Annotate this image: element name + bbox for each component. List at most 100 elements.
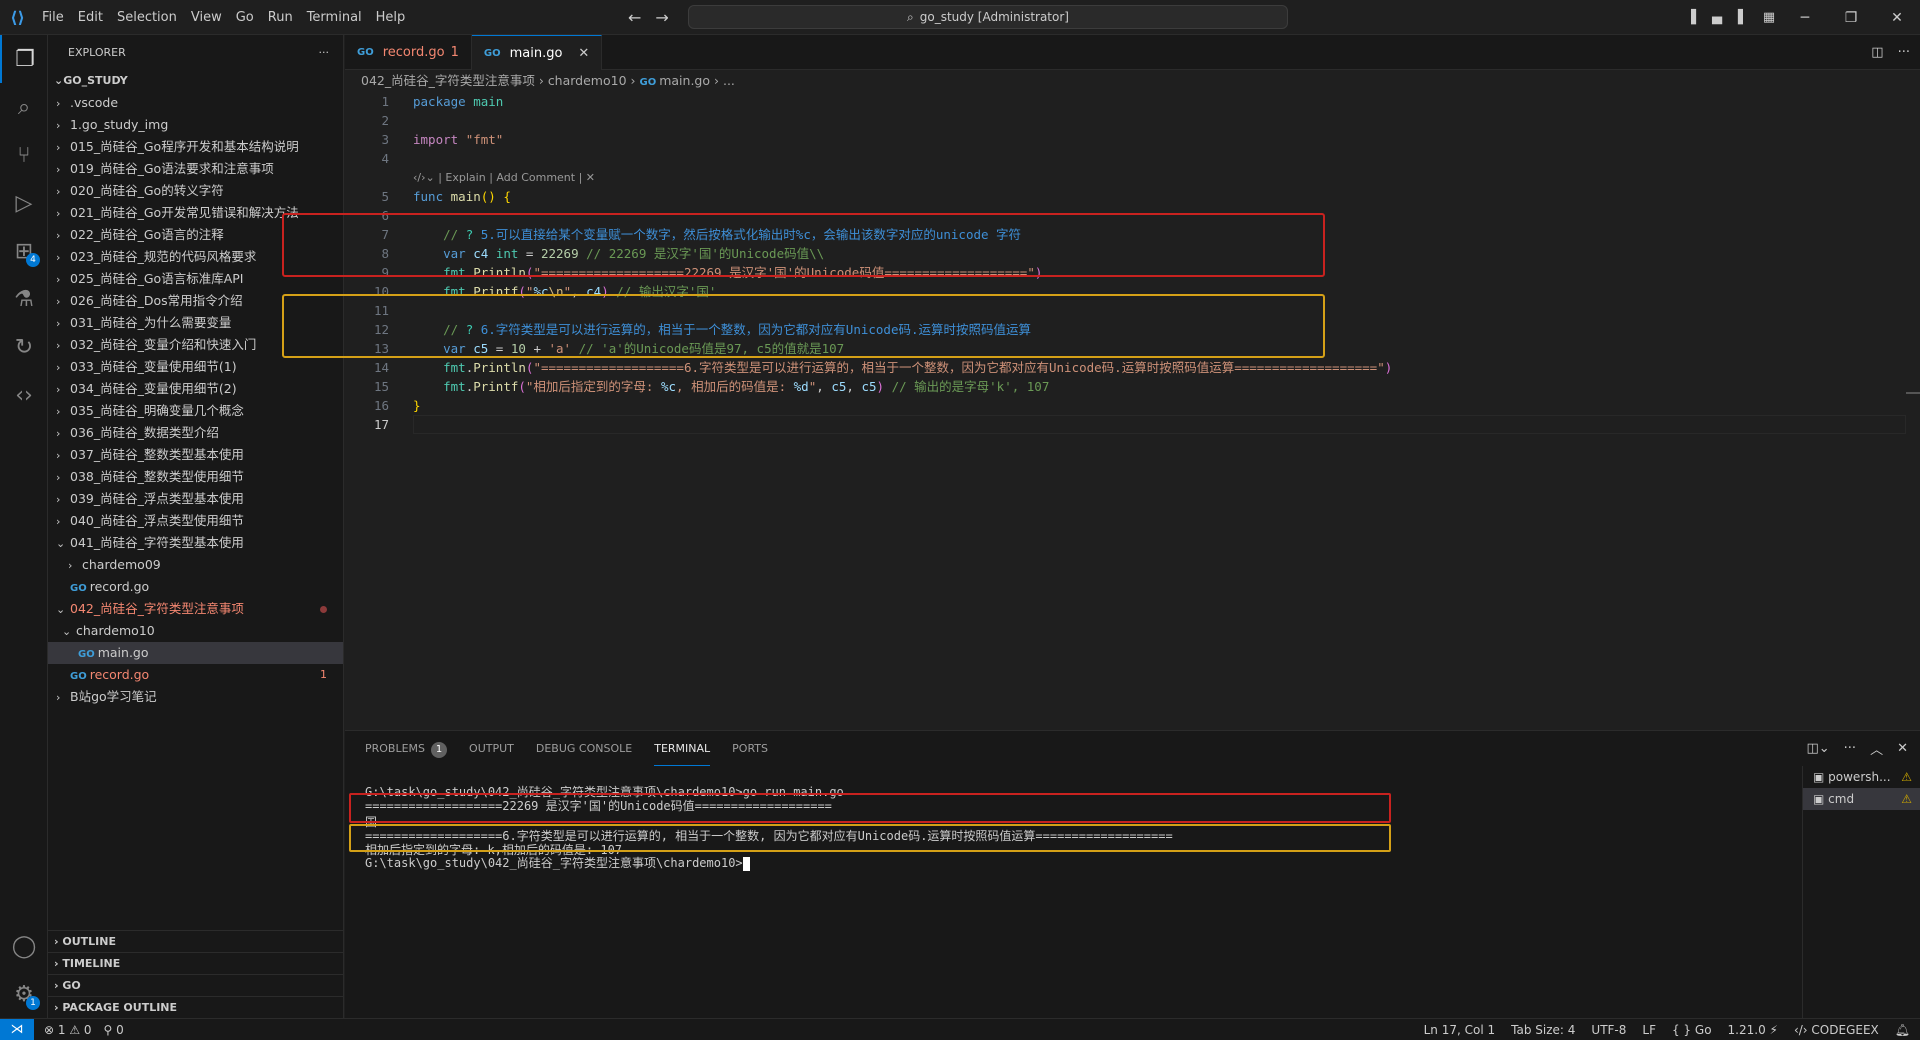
tab-terminal[interactable]: TERMINAL — [654, 731, 711, 766]
chevron-right-icon: › — [56, 383, 61, 396]
close-tab-icon[interactable]: ✕ — [578, 46, 589, 61]
close-icon[interactable]: ✕ — [586, 171, 595, 184]
breadcrumb-file[interactable]: main.go — [659, 73, 710, 88]
tree-folder[interactable]: › .vscode — [48, 92, 343, 114]
codelens-actions[interactable]: | Explain | Add Comment | — [438, 171, 582, 184]
tab-debug-console[interactable]: DEBUG CONSOLE — [536, 731, 632, 766]
tree-file-record-041[interactable]: GO record.go — [48, 576, 343, 598]
tab-problem-count: 1 — [450, 45, 459, 60]
menu-edit[interactable]: Edit — [71, 0, 110, 35]
go-version[interactable]: 1.21.0 ⚡ — [1728, 1023, 1778, 1037]
accounts-icon[interactable]: ◯ — [0, 922, 48, 970]
back-arrow-icon[interactable]: ← — [628, 8, 641, 27]
more-actions-icon[interactable]: ··· — [319, 46, 330, 59]
minimize-icon[interactable]: ─ — [1782, 10, 1828, 26]
split-terminal-icon[interactable]: ◫⌄ — [1806, 741, 1829, 756]
terminal-output[interactable]: G:\task\go_study\042_尚硅谷_字符类型注意事项\charde… — [349, 766, 1785, 1019]
tree-folder[interactable]: ⌄ 041_尚硅谷_字符类型基本使用 — [48, 532, 343, 554]
codegeex-status[interactable]: ‹/› CODEGEEX — [1794, 1023, 1879, 1037]
codegeex-icon[interactable]: ‹/›⌄ — [413, 171, 435, 184]
remote-icon[interactable]: ⋊ — [0, 1018, 34, 1040]
tree-folder-bilibili[interactable]: › B站go学习笔记 — [48, 686, 343, 708]
tree-folder[interactable]: › 015_尚硅谷_Go程序开发和基本结构说明 — [48, 136, 343, 158]
cursor-position[interactable]: Ln 17, Col 1 — [1424, 1023, 1496, 1037]
restore-icon[interactable]: ❐ — [1828, 10, 1874, 26]
tree-folder-chardemo10[interactable]: ⌄ chardemo10 — [48, 620, 343, 642]
terminal-instance-cmd[interactable]: ▣ cmd ⚠ — [1803, 788, 1920, 810]
chevron-right-icon: › — [56, 229, 61, 242]
forward-arrow-icon[interactable]: → — [655, 8, 668, 27]
tree-file-main-go[interactable]: GO main.go — [48, 642, 343, 664]
breadcrumb-folder[interactable]: 042_尚硅谷_字符类型注意事项 — [361, 73, 535, 88]
more-actions-icon[interactable]: ··· — [1844, 741, 1856, 756]
tab-output[interactable]: OUTPUT — [469, 731, 514, 766]
terminal-instance-powershell[interactable]: ▣ powersh... ⚠ — [1803, 766, 1920, 788]
search-icon[interactable]: ⌕ — [0, 83, 48, 131]
section-timeline[interactable]: › TIMELINE — [48, 952, 344, 974]
toggle-secondary-sidebar-icon[interactable]: ▌ — [1730, 10, 1756, 25]
codegeex-icon[interactable]: ‹› — [0, 371, 48, 419]
explorer-icon[interactable]: ❐ — [0, 35, 48, 83]
command-center-search[interactable]: ⌕ go_study [Administrator] — [688, 5, 1288, 29]
menu-file[interactable]: File — [35, 0, 71, 35]
tree-folder-042[interactable]: ⌄ 042_尚硅谷_字符类型注意事项 — [48, 598, 343, 620]
tab-problems[interactable]: PROBLEMS 1 — [365, 731, 448, 766]
language-mode[interactable]: { } Go — [1672, 1023, 1712, 1037]
breadcrumb-symbol[interactable]: ... — [723, 73, 735, 88]
tree-folder[interactable]: › 039_尚硅谷_浮点类型基本使用 — [48, 488, 343, 510]
tree-folder[interactable]: › 040_尚硅谷_浮点类型使用细节 — [48, 510, 343, 532]
tab-record-go[interactable]: GO record.go 1 — [345, 35, 472, 70]
tree-folder[interactable]: › 1.go_study_img — [48, 114, 343, 136]
menu-selection[interactable]: Selection — [110, 0, 184, 35]
tree-folder[interactable]: › 034_尚硅谷_变量使用细节(2) — [48, 378, 343, 400]
section-go[interactable]: › GO — [48, 974, 344, 996]
settings-gear-icon[interactable]: ⚙ 1 — [0, 970, 48, 1018]
close-window-icon[interactable]: ✕ — [1874, 10, 1920, 26]
chevron-right-icon: › — [56, 295, 61, 308]
customize-layout-icon[interactable]: ▦ — [1756, 10, 1782, 25]
window-controls: ▐ ▄ ▌ ▦ ─ ❐ ✕ — [1678, 0, 1920, 35]
section-package-outline[interactable]: › PACKAGE OUTLINE — [48, 996, 344, 1018]
menu-help[interactable]: Help — [369, 0, 413, 35]
tab-ports[interactable]: PORTS — [732, 731, 768, 766]
error-count: 1 — [57, 1022, 66, 1037]
chevron-right-icon: › — [56, 405, 61, 418]
tree-folder[interactable]: › 036_尚硅谷_数据类型介绍 — [48, 422, 343, 444]
code-editor[interactable]: 1 package main 2 3 import "fmt" 4 ‹/›⌄ | E… — [282, 92, 1920, 730]
extensions-icon[interactable]: ⊞ 4 — [0, 227, 48, 275]
problems-status[interactable]: ⊗ 1 ⚠ 0 — [44, 1023, 92, 1037]
tree-folder[interactable]: › 019_尚硅谷_Go语法要求和注意事项 — [48, 158, 343, 180]
tree-file-record-042[interactable]: GO record.go 1 — [48, 664, 343, 686]
menu-run[interactable]: Run — [261, 0, 300, 35]
ports-status[interactable]: ⚲ 0 — [104, 1023, 124, 1037]
toggle-sidebar-icon[interactable]: ▐ — [1678, 10, 1704, 25]
tree-folder[interactable]: › 033_尚硅谷_变量使用细节(1) — [48, 356, 343, 378]
git-graph-icon[interactable]: ↻ — [0, 323, 48, 371]
section-outline[interactable]: › OUTLINE — [48, 930, 344, 952]
more-actions-icon[interactable]: ··· — [1898, 45, 1910, 60]
toggle-panel-icon[interactable]: ▄ — [1704, 10, 1730, 25]
breadcrumb-subfolder[interactable]: chardemo10 — [548, 73, 627, 88]
tab-main-go[interactable]: GO main.go ✕ — [471, 35, 603, 70]
close-panel-icon[interactable]: ✕ — [1897, 741, 1908, 756]
menu-view[interactable]: View — [184, 0, 229, 35]
testing-icon[interactable]: ⚗ — [0, 275, 48, 323]
tree-folder[interactable]: › 037_尚硅谷_整数类型基本使用 — [48, 444, 343, 466]
tab-size[interactable]: Tab Size: 4 — [1511, 1023, 1575, 1037]
chevron-down-icon: ⌄ — [62, 625, 72, 638]
tree-folder-chardemo09[interactable]: › chardemo09 — [48, 554, 343, 576]
menu-go[interactable]: Go — [229, 0, 261, 35]
maximize-panel-icon[interactable]: ︿ — [1870, 739, 1883, 758]
notifications-bell-icon[interactable]: 🔔︎ — [1895, 1023, 1910, 1037]
tree-folder[interactable]: › 035_尚硅谷_明确变量几个概念 — [48, 400, 343, 422]
encoding[interactable]: UTF-8 — [1591, 1023, 1626, 1037]
end-of-line[interactable]: LF — [1642, 1023, 1656, 1037]
tree-folder[interactable]: › 020_尚硅谷_Go的转义字符 — [48, 180, 343, 202]
tree-folder[interactable]: › 038_尚硅谷_整数类型使用细节 — [48, 466, 343, 488]
bottom-panel: PROBLEMS 1 OUTPUT DEBUG CONSOLE TERMINAL … — [345, 730, 1920, 1019]
run-debug-icon[interactable]: ▷ — [0, 179, 48, 227]
menu-terminal[interactable]: Terminal — [300, 0, 369, 35]
split-editor-icon[interactable]: ◫ — [1871, 45, 1883, 60]
workspace-root[interactable]: ⌄GO_STUDY — [48, 70, 343, 92]
source-control-icon[interactable]: ⑂ — [0, 131, 48, 179]
